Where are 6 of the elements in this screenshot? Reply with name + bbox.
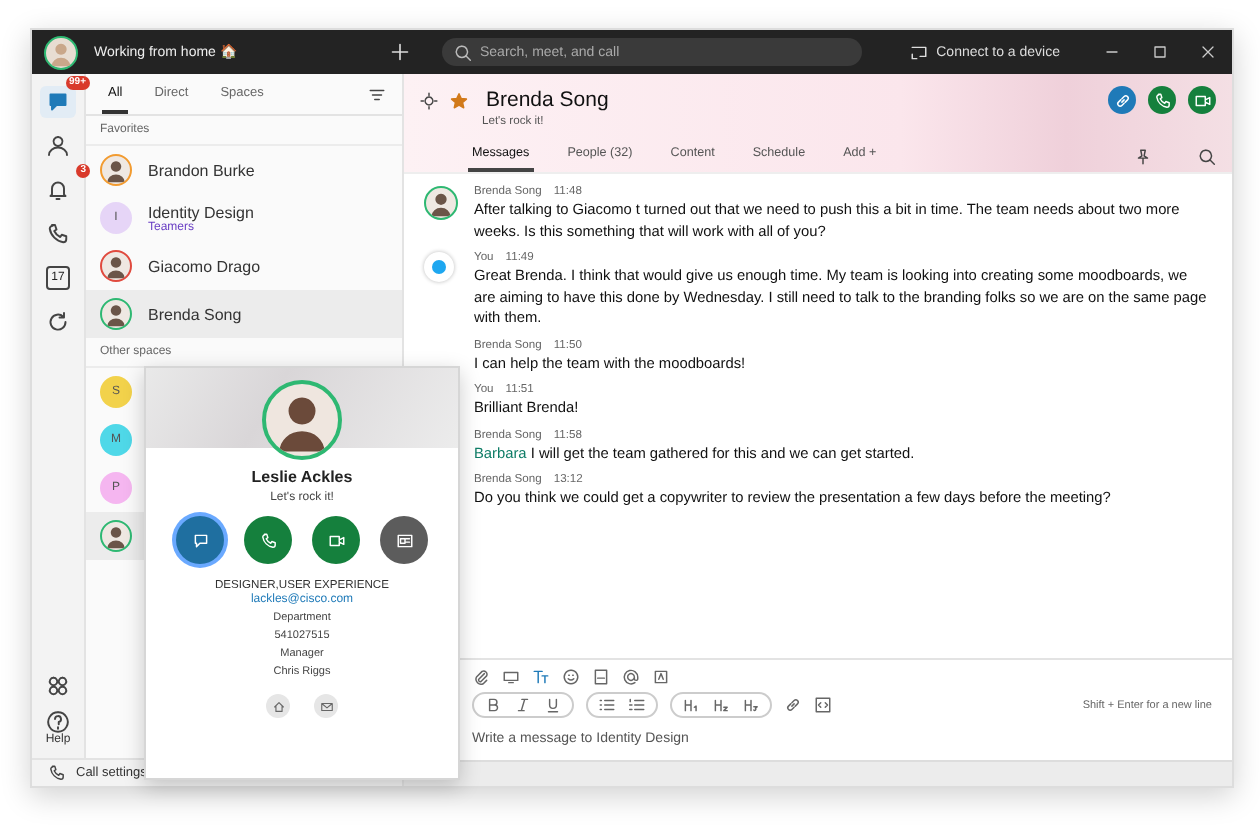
conversation-name: Giacomo Drago	[148, 257, 261, 275]
conversation-name: Brenda Song	[148, 305, 242, 323]
contact-name: Leslie Ackles	[251, 468, 353, 486]
conversation-name: Identity Design	[148, 203, 254, 221]
space-title: Brenda Song	[486, 88, 609, 112]
conversation-name: Brandon Burke	[148, 161, 255, 179]
